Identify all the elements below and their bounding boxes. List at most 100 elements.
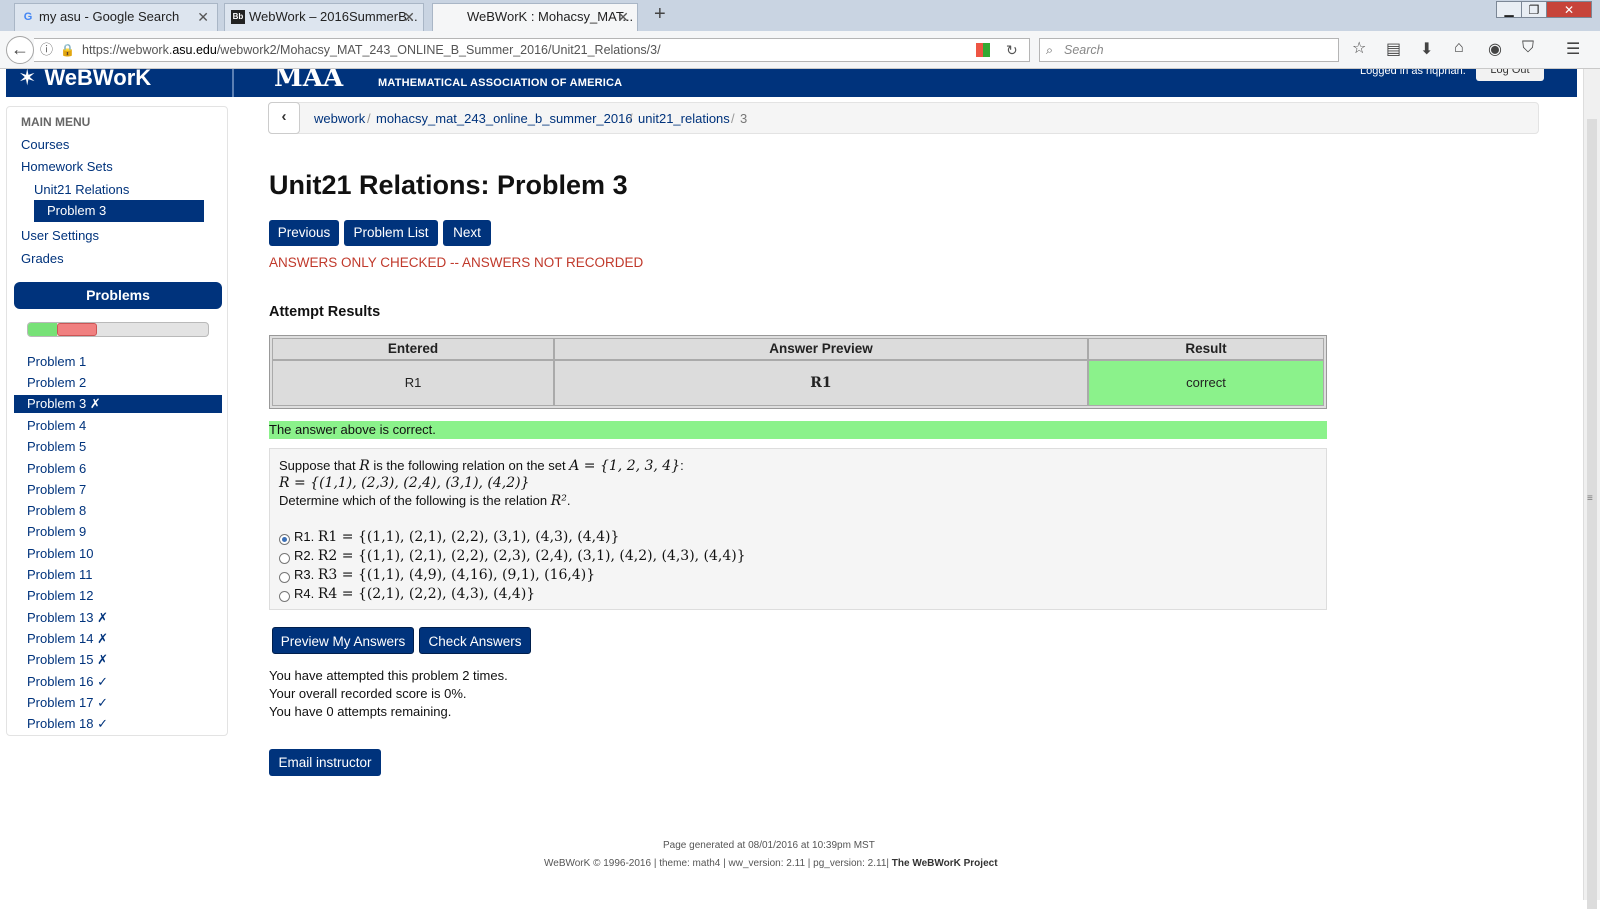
page-scrollbar[interactable]: ≡ — [1583, 69, 1600, 909]
problem-item[interactable]: Problem 12 — [27, 588, 93, 603]
reload-icon[interactable]: ↻ — [1006, 39, 1018, 61]
logout-button[interactable]: Log Out — [1476, 69, 1544, 81]
sidebar-item-courses[interactable]: Courses — [21, 137, 69, 152]
blackboard-icon: Bb — [231, 10, 245, 24]
browser-tab-google[interactable]: G my asu - Google Search ✕ — [14, 3, 218, 31]
avg-extension-icon[interactable] — [976, 43, 990, 57]
problem-line-1: Suppose that R is the following relation… — [279, 458, 684, 474]
breadcrumb-set[interactable]: unit21_relations — [638, 111, 730, 126]
search-placeholder: Search — [1064, 43, 1104, 57]
problem-item[interactable]: Problem 11 — [27, 567, 93, 582]
sidebar-item-grades[interactable]: Grades — [21, 251, 64, 266]
problem-item[interactable]: Problem 9 — [27, 524, 86, 539]
problem-item[interactable]: Problem 6 — [27, 461, 86, 476]
header-entered: Entered — [272, 338, 554, 360]
radio-r2[interactable] — [279, 553, 290, 564]
sidebar-item-user-settings[interactable]: User Settings — [21, 228, 99, 243]
reading-list-icon[interactable]: ▤ — [1386, 39, 1401, 59]
cell-result: correct — [1088, 360, 1324, 406]
browser-tab-webwork[interactable]: WeBWorK : Mohacsy_MAT... ✕ — [432, 3, 638, 31]
problem-item[interactable]: Problem 4 — [27, 418, 86, 433]
previous-button[interactable]: Previous — [269, 220, 339, 246]
email-instructor-button[interactable]: Email instructor — [269, 749, 381, 776]
url-bar[interactable]: ⓘ 🔒 https://webwork.asu.edu/webwork2/Moh… — [34, 38, 1030, 62]
maa-logo[interactable]: MAA — [274, 69, 343, 93]
chat-icon[interactable]: ◉ — [1488, 39, 1502, 59]
problem-item[interactable]: Problem 18 ✓ — [27, 716, 108, 732]
problem-item[interactable]: Problem 5 — [27, 439, 86, 454]
sidebar-item-unit21-relations[interactable]: Unit21 Relations — [34, 182, 129, 197]
breadcrumb-course[interactable]: mohacsy_mat_243_online_b_summer_2016 — [376, 111, 633, 126]
download-icon[interactable]: ⬇ — [1420, 39, 1433, 59]
breadcrumb-separator: / — [629, 111, 633, 126]
option-r1[interactable]: R1. R1 = {(1,1), (2,1), (2,2), (3,1), (4… — [294, 529, 619, 545]
problem-box: Suppose that R is the following relation… — [269, 448, 1327, 610]
webwork-project-link[interactable]: The WeBWorK Project — [892, 858, 998, 869]
browser-tab-blackboard[interactable]: Bb WebWork – 2016SummerB... ✕ — [224, 3, 424, 31]
progress-bar — [27, 322, 209, 337]
logged-in-text: Logged in as hqphan. — [1360, 69, 1466, 77]
problem-relation-r: R = {(1,1), (2,3), (2,4), (3,1), (4,2)} — [279, 475, 530, 491]
problem-item[interactable]: Problem 16 ✓ — [27, 674, 108, 690]
pocket-icon[interactable]: ⛉ — [1522, 39, 1534, 57]
attempts-info: You have attempted this problem 2 times. — [269, 668, 508, 683]
restore-icon[interactable]: ❐ — [1521, 1, 1547, 18]
option-r3[interactable]: R3. R3 = {(1,1), (4,9), (4,16), (9,1), (… — [294, 567, 595, 583]
results-table: Entered Answer Preview Result R1 R1 corr… — [269, 335, 1327, 409]
cell-answer-preview: R1 — [554, 360, 1088, 406]
url-text: https://webwork.asu.edu/webwork2/Mohacsy… — [82, 43, 661, 57]
google-icon: G — [23, 11, 33, 23]
webwork-logo[interactable]: ✶ WeBWorK — [18, 69, 151, 91]
close-tab-icon[interactable]: ✕ — [197, 4, 209, 30]
option-r4[interactable]: R4. R4 = {(2,1), (2,2), (4,3), (4,4)} — [294, 586, 535, 602]
site-header: ✶ WeBWorK MAA MATHEMATICAL ASSOCIATION OF… — [6, 69, 1577, 97]
problem-item[interactable]: Problem 15 ✗ — [27, 652, 108, 668]
breadcrumb-separator: / — [367, 111, 371, 126]
minimize-icon[interactable]: ▁ — [1496, 1, 1522, 18]
header-result: Result — [1088, 338, 1324, 360]
close-tab-icon[interactable]: ✕ — [617, 4, 629, 30]
radio-r1[interactable] — [279, 534, 290, 545]
footer-credits: WeBWorK © 1996-2016 | theme: math4 | ww_… — [544, 858, 998, 869]
problem-item[interactable]: Problem 8 — [27, 503, 86, 518]
sidebar-item-homework-sets[interactable]: Homework Sets — [21, 159, 113, 174]
problem-item[interactable]: Problem 2 — [27, 375, 86, 390]
info-icon[interactable]: ⓘ — [40, 39, 53, 61]
problem-item-label: Problem 3 ✗ — [27, 396, 101, 411]
home-icon[interactable]: ⌂ — [1454, 39, 1464, 57]
webwork-logo-box[interactable]: ✶ WeBWorK — [6, 69, 234, 97]
breadcrumb-webwork[interactable]: webwork — [314, 111, 365, 126]
search-input[interactable]: ⌕ Search — [1039, 38, 1339, 62]
menu-icon[interactable]: ☰ — [1566, 39, 1580, 59]
chevron-left-icon[interactable]: ‹ — [268, 102, 300, 134]
main-menu-title: MAIN MENU — [21, 115, 91, 129]
search-icon: ⌕ — [1046, 43, 1054, 57]
preview-answers-button[interactable]: Preview My Answers — [272, 627, 414, 654]
breadcrumb: ‹ webwork / mohacsy_mat_243_online_b_sum… — [268, 102, 1539, 134]
problem-item[interactable]: Problem 13 ✗ — [27, 610, 108, 626]
option-r2[interactable]: R2. R2 = {(1,1), (2,1), (2,2), (2,3), (2… — [294, 548, 746, 564]
problem-item[interactable]: Problem 10 — [27, 546, 93, 561]
problem-item[interactable]: Problem 17 ✓ — [27, 695, 108, 711]
tab-title: WebWork – 2016SummerB... — [249, 9, 418, 24]
problem-item[interactable]: Problem 14 ✗ — [27, 631, 108, 647]
problems-heading: Problems — [14, 282, 222, 309]
close-window-icon[interactable]: ✕ — [1546, 1, 1592, 18]
star-logo-icon: ✶ — [18, 69, 37, 90]
problem-item[interactable]: Problem 7 — [27, 482, 86, 497]
new-tab-icon[interactable]: + — [654, 3, 666, 26]
problem-list-button[interactable]: Problem List — [344, 220, 438, 246]
sidebar-item-problem-3[interactable]: Problem 3 — [34, 200, 204, 222]
sidebar-item-label: Problem 3 — [47, 203, 107, 218]
problem-item[interactable]: Problem 1 — [27, 354, 86, 369]
problem-item-active[interactable]: Problem 3 ✗ — [14, 395, 222, 413]
check-answers-button[interactable]: Check Answers — [419, 627, 531, 654]
scrollbar-thumb[interactable] — [1587, 119, 1597, 909]
radio-r3[interactable] — [279, 572, 290, 583]
radio-r4[interactable] — [279, 591, 290, 602]
page-viewport: ✶ WeBWorK MAA MATHEMATICAL ASSOCIATION OF… — [0, 69, 1583, 900]
back-arrow-icon[interactable]: ← — [6, 36, 34, 64]
next-button[interactable]: Next — [443, 220, 491, 246]
bookmark-star-icon[interactable]: ☆ — [1352, 38, 1366, 58]
close-tab-icon[interactable]: ✕ — [403, 4, 415, 30]
